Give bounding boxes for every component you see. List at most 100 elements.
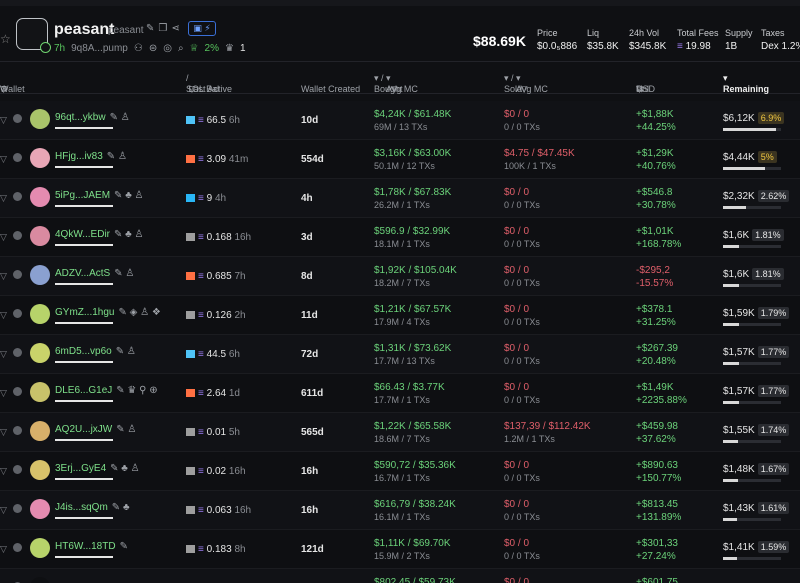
table-row[interactable]: ▽ 96qt...ykbw ✎ ♙ ≡ 66.5 6h 10d $4,24K / $61.… [0,101,800,140]
row-menu-icon[interactable] [13,465,22,474]
wallet-tag-icons[interactable]: ✎ ♙ [107,151,127,162]
row-filter-icon[interactable]: ▽ [0,427,7,438]
table-row[interactable]: ▽ 4QkW...EDir ✎ ♣ ♙ ≡ 0.168 16h 3d $596.9 / $… [0,218,800,257]
table-row[interactable]: ▽ DLE6...G1eJ ✎ ♛ ⚲ ⊕ ≡ 2.64 1d 611d $66.43 /… [0,374,800,413]
row-menu-icon[interactable] [13,504,22,513]
row-menu-icon[interactable] [13,309,22,318]
table-row[interactable]: ▽ HT6W...18TD ✎ ≡ 0.183 8h 121d $1,11K / $69.… [0,530,800,569]
col-sold[interactable]: Sold ▾ / Avg MC ▾ ▽ [504,73,548,94]
menu-circle-icon[interactable]: ⊜ [149,43,157,54]
sol-balance: ≡ 66.5 6h [186,115,240,126]
wallet-tag-icons[interactable]: ✎ ◈ ♙ ❖ [118,307,160,318]
filter-icon[interactable]: ▽ [521,84,528,95]
wallet-address[interactable]: J4is...sqQm ✎ ♣ [55,502,130,513]
sold-cell: $0 / 0 0 / 0 TXs [504,187,540,210]
wallet-address[interactable]: HFjg...iv83 ✎ ♙ [55,151,127,162]
col-bought[interactable]: Bought ▾ / Avg MC ▾ ▽ [374,73,418,94]
wallet-address[interactable]: AQ2U...jxJW ✎ ♙ [55,424,136,435]
row-filter-icon[interactable]: ▽ [0,232,7,243]
wallet-tag-icons[interactable]: ✎ ♣ ♙ [114,229,143,240]
wallet-tag-icons[interactable]: ✎ ♣ [112,502,130,513]
table-row[interactable]: ▽ 5iPg...JAEM ✎ ♣ ♙ ≡ 9 4h 4h $1,78K / $67.83… [0,179,800,218]
wallet-address[interactable]: 4QkW...EDir ✎ ♣ ♙ [55,229,143,240]
token-address[interactable]: 9q8A...pump [71,43,128,54]
wallet-address[interactable]: 3Erj...GyE4 ✎ ♣ ♙ [55,463,140,474]
row-filter-icon[interactable]: ▽ [0,310,7,321]
stat-fees-amount: 19.98 [685,41,711,52]
row-filter-icon[interactable]: ▽ [0,544,7,555]
wallet-address[interactable]: DLE6...G1eJ ✎ ♛ ⚲ ⊕ [55,385,158,396]
wallet-underline [55,556,113,558]
globe-icon[interactable]: ◎ [163,43,172,54]
wallet-address[interactable]: 5iPg...JAEM ✎ ♣ ♙ [55,190,144,201]
table-row[interactable]: ▽ AQ2U...jxJW ✎ ♙ ≡ 0.01 5h 565d $1,22K / $65… [0,413,800,452]
remaining-pct-badge: 1.61% [757,502,790,514]
people-icon[interactable]: ⚇ [134,43,143,54]
table-row[interactable]: ▽ J4is...sqQm ✎ ♣ ≡ 0.063 16h 16h $616,79 / $… [0,491,800,530]
wallet-text: DLE6...G1eJ [55,385,113,396]
search-icon[interactable]: ⌕ [178,43,184,54]
token-avatar[interactable] [16,18,51,53]
bought-tokens: 18.2M / 7 TXs [374,278,430,288]
edit-icon[interactable]: ✎ [146,23,154,34]
row-menu-icon[interactable] [13,114,22,123]
table-row[interactable]: ▽ ADZV...ActS ✎ ♙ ≡ 0.685 7h 8d $1,92K / $105… [0,257,800,296]
row-filter-icon[interactable]: ▽ [0,115,7,126]
table-row[interactable]: ▽ HFjg...iv83 ✎ ♙ ≡ 3.09 41m 554d $3,16K / $6… [0,140,800,179]
row-filter-icon[interactable]: ▽ [0,349,7,360]
wallet-address[interactable]: GYmZ...1hgu ✎ ◈ ♙ ❖ [55,307,161,318]
table-row[interactable]: ▽ GYmZ...1hgu ✎ ◈ ♙ ❖ ≡ 0.126 2h 11d $1,21K /… [0,296,800,335]
table-row[interactable]: ▽ 3Erj...GyE4 ✎ ♣ ♙ ≡ 0.02 16h 16h $590,72 / … [0,452,800,491]
col-remaining[interactable]: Remaining ▾ [723,73,769,94]
filter-icon[interactable]: ▽ [391,84,398,95]
row-filter-icon[interactable]: ▽ [0,193,7,204]
wallet-tag-icons[interactable]: ✎ ♙ [114,268,134,279]
wallet-address[interactable]: ADZV...ActS ✎ ♙ [55,268,134,279]
row-menu-icon[interactable] [13,426,22,435]
row-filter-icon[interactable]: ▽ [0,154,7,165]
row-menu-icon[interactable] [13,387,22,396]
share-icon[interactable]: ⋖ [171,23,179,34]
col-sol-bal[interactable]: SOL Bal / Last Active ▽ [186,73,232,94]
remaining-pct-badge: 1.74% [757,424,790,436]
wallet-address[interactable]: HT6W...18TD ✎ [55,541,128,552]
remaining-pct-badge: 1.77% [757,346,790,358]
wallet-tag-icons[interactable]: ✎ ♙ [116,424,136,435]
row-filter-icon[interactable]: ▽ [0,505,7,516]
wallet-underline [55,166,113,168]
swap-icon[interactable]: ⇆ [636,84,644,95]
wallet-created: 4h [301,193,313,204]
boost-badge[interactable]: ▣ ⚡ [188,21,216,36]
row-filter-icon[interactable]: ▽ [0,466,7,477]
row-menu-icon[interactable] [13,543,22,552]
filter-icon[interactable]: ▽ [189,84,196,95]
remaining-cell: $1,43K 1.61% [723,502,790,514]
wallet-tag-icons[interactable]: ✎ ♣ ♙ [110,463,139,474]
wallet-tag-icons[interactable]: ✎ [120,541,128,552]
avatar [30,577,50,583]
row-menu-icon[interactable] [13,192,22,201]
row-menu-icon[interactable] [13,270,22,279]
wallet-address[interactable]: 6mD5...vp6o ✎ ♙ [55,346,136,357]
wallet-tag-icons[interactable]: ✎ ♛ ⚲ ⊕ [116,385,157,396]
table-row[interactable]: ▽ 6mD5...vp6o ✎ ♙ ≡ 44.5 6h 72d $1,31K / $73.… [0,335,800,374]
row-filter-icon[interactable]: ▽ [0,271,7,282]
row-menu-icon[interactable] [13,231,22,240]
bought-cell: $1,78K / $67.83K 26.2M / 1 TXs [374,187,451,210]
row-filter-icon[interactable]: ▽ [0,388,7,399]
wallet-tag-icons[interactable]: ✎ ♣ ♙ [114,190,143,201]
filter-icon[interactable]: ▽ [0,84,7,95]
sold-amount: $0 / 0 [504,304,530,315]
remaining-pct-badge: 1.77% [757,385,790,397]
wallet-tag-icons[interactable]: ✎ ♙ [116,346,136,357]
row-menu-icon[interactable] [13,153,22,162]
table-row[interactable]: ▽ $802.45 / $59.73K$0 / 0+$601.75 [0,569,800,583]
sol-value: 0.685 [206,271,232,282]
remaining-value: $1,57K [723,386,755,397]
sol-value: 0.126 [206,310,232,321]
row-menu-icon[interactable] [13,348,22,357]
wallet-address[interactable]: 96qt...ykbw ✎ ♙ [55,112,130,123]
star-icon[interactable]: ☆ [0,32,11,46]
copy-icon[interactable]: ❐ [158,23,167,34]
wallet-tag-icons[interactable]: ✎ ♙ [110,112,130,123]
